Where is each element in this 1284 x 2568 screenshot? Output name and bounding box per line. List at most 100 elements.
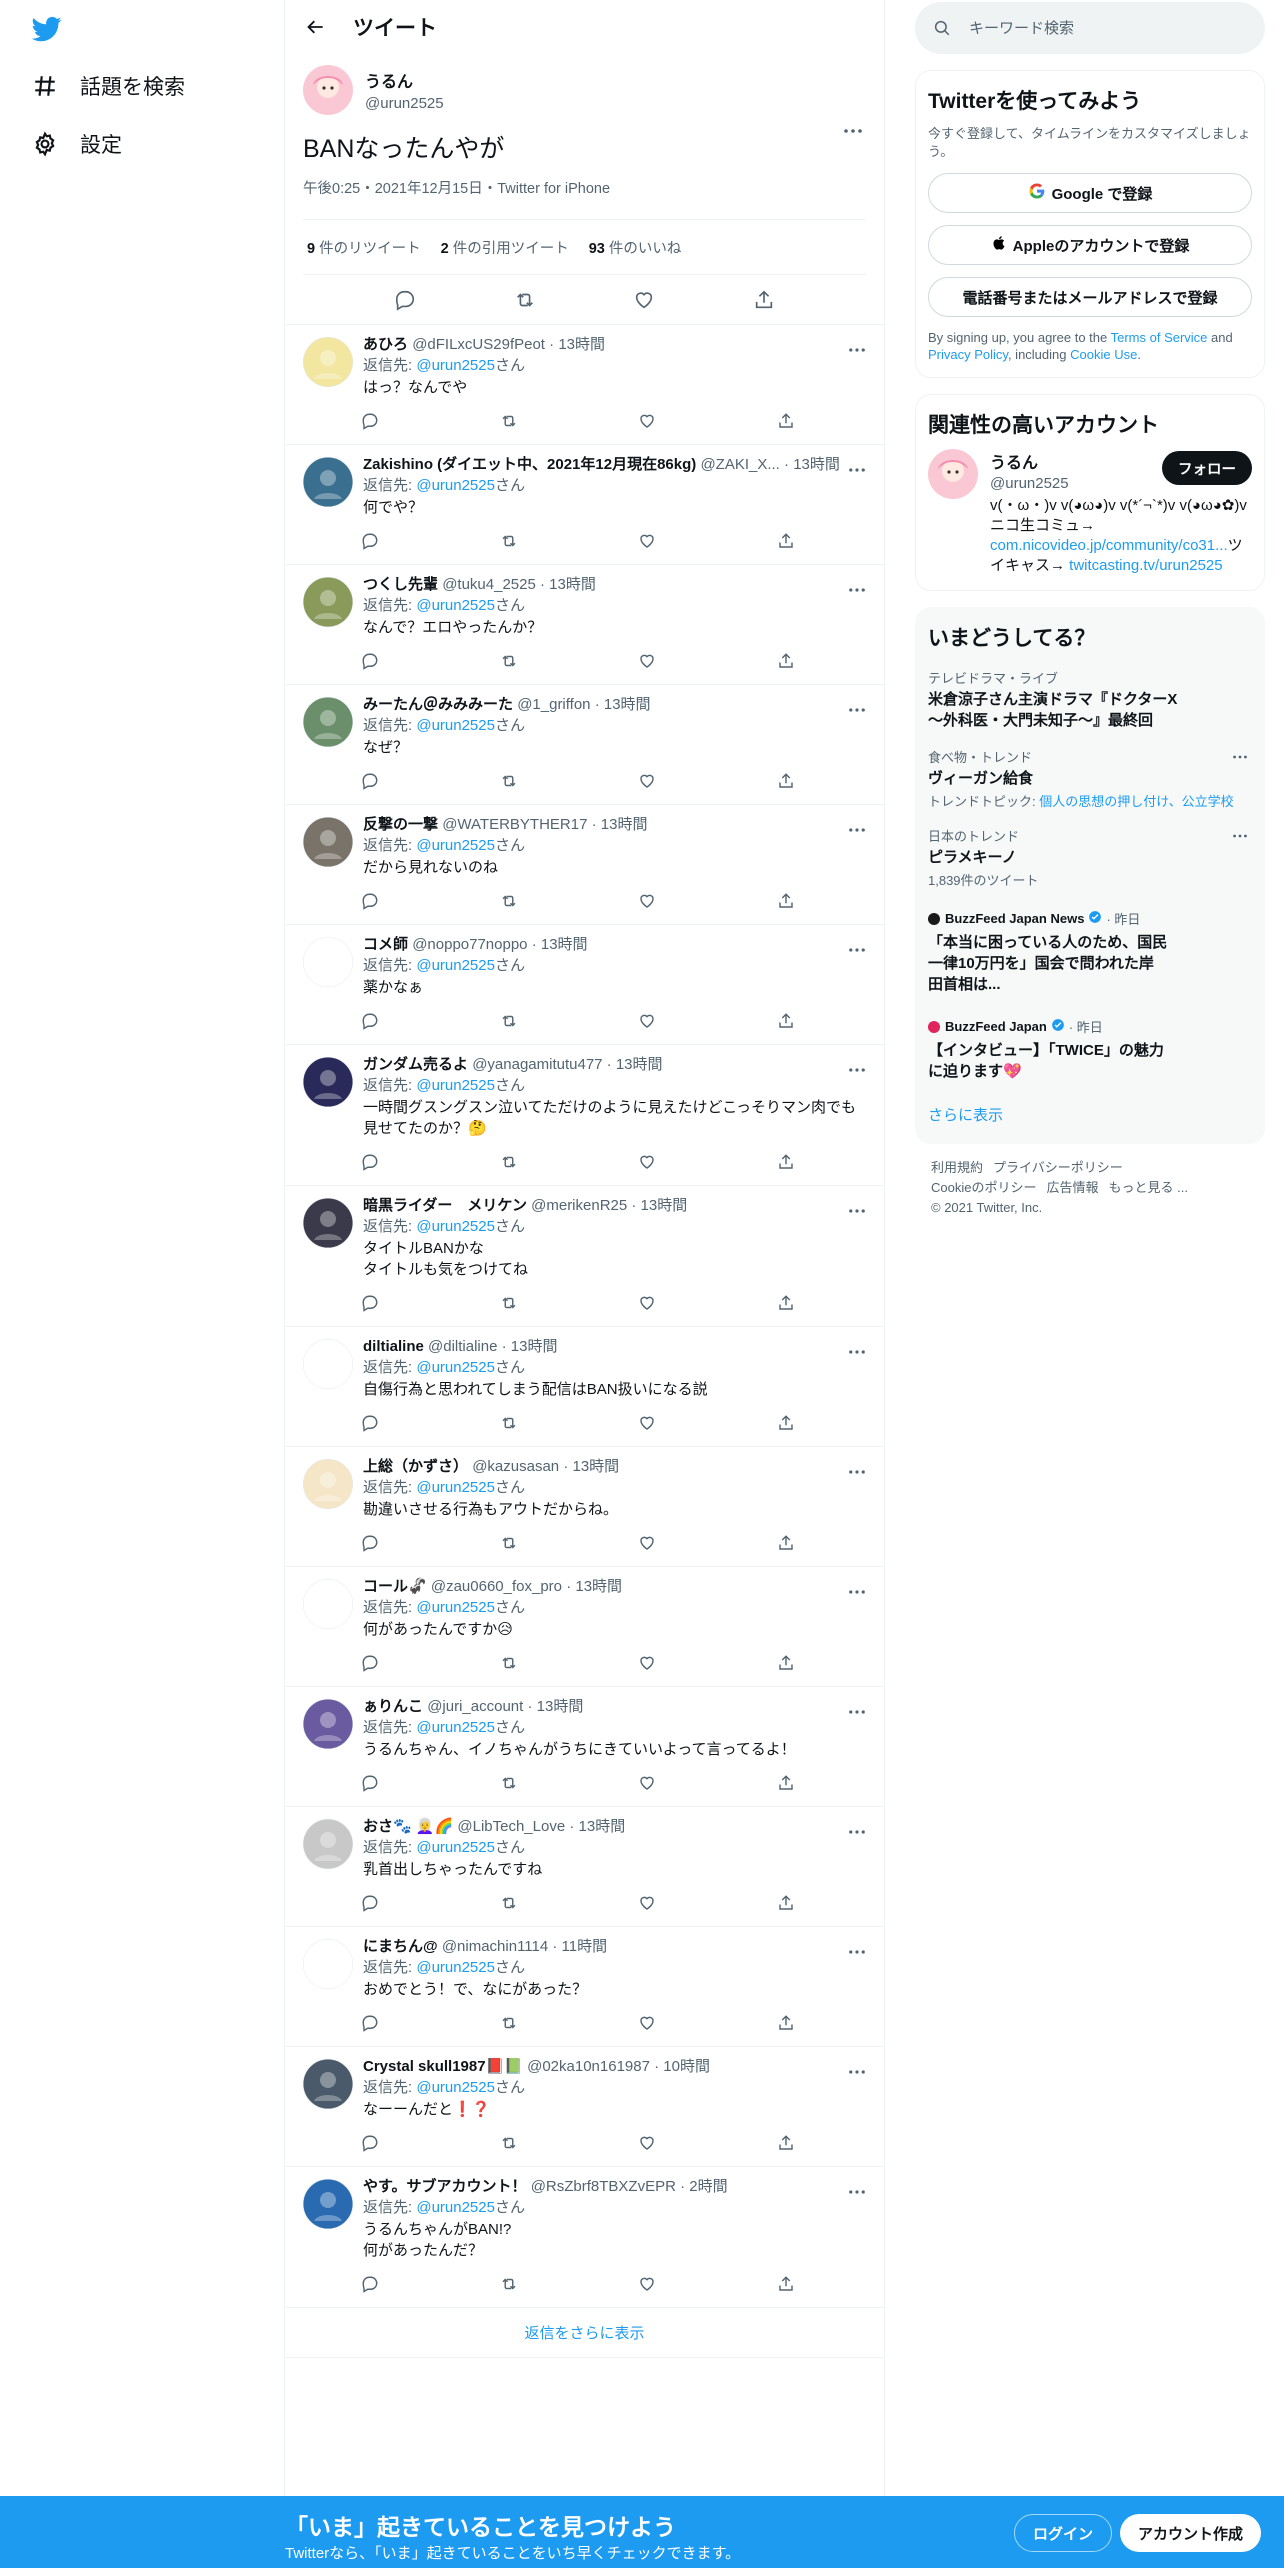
more-options-icon[interactable]: [836, 114, 870, 148]
news-item[interactable]: BuzzFeed Japan · 昨日 【インタビュー】「TWICE」の魅力に迫…: [928, 1007, 1252, 1094]
like-icon[interactable]: [630, 2126, 664, 2160]
reply-author-handle[interactable]: @dFILxcUS29fPeot: [412, 336, 545, 353]
reply-author-name[interactable]: 暗黒ライダー メリケン: [363, 1197, 527, 1214]
share-icon[interactable]: [769, 2267, 803, 2301]
reply-time[interactable]: · 13時間: [502, 1338, 558, 1355]
bio-link-nicovideo[interactable]: com.nicovideo.jp/community/co31...: [990, 537, 1228, 554]
reply-author-handle[interactable]: @diltialine: [428, 1338, 497, 1355]
like-icon[interactable]: [630, 2267, 664, 2301]
phone-email-signup-button[interactable]: 電話番号またはメールアドレスで登録: [928, 277, 1252, 317]
avatar[interactable]: [303, 1939, 353, 1989]
reply-author-name[interactable]: みーたん＠みみみーた: [363, 696, 513, 713]
like-icon[interactable]: [630, 1004, 664, 1038]
retweet-icon[interactable]: [492, 1526, 526, 1560]
reply-icon[interactable]: [353, 1004, 387, 1038]
reply-tweet[interactable]: 上総（かずさ） @kazusasan · 13時間 返信先: @urun2525さ…: [285, 1447, 884, 1567]
reply-author-name[interactable]: Zakishino (ダイエット中、2021年12月現在86kg): [363, 456, 696, 473]
reply-author-handle[interactable]: @yanagamitutu477: [472, 1056, 602, 1073]
more-options-icon[interactable]: [840, 1695, 874, 1729]
more-options-icon[interactable]: [840, 813, 874, 847]
reply-icon[interactable]: [353, 1886, 387, 1920]
retweet-icon[interactable]: [492, 1406, 526, 1440]
footer-link-ads[interactable]: 広告情報: [1046, 1180, 1098, 1195]
more-options-icon[interactable]: [840, 1194, 874, 1228]
replying-to-link[interactable]: @urun2525: [416, 477, 495, 494]
reply-icon[interactable]: [385, 280, 425, 320]
reply-author-name[interactable]: ガンダム売るよ: [363, 1056, 468, 1073]
reply-tweet[interactable]: あひろ @dFILxcUS29fPeot · 13時間 返信先: @urun252…: [285, 325, 884, 445]
reply-time[interactable]: · 11時間: [552, 1938, 607, 1955]
reply-author-name[interactable]: 反撃の一撃: [363, 816, 438, 833]
share-icon[interactable]: [769, 1004, 803, 1038]
share-icon[interactable]: [769, 1286, 803, 1320]
share-icon[interactable]: [769, 1646, 803, 1680]
reply-tweet[interactable]: 暗黒ライダー メリケン @merikenR25 · 13時間 返信先: @urun…: [285, 1186, 884, 1327]
avatar[interactable]: [303, 1198, 353, 1248]
related-account[interactable]: うるん @urun2525 v(・ω・)v v(◕ω◕)v v(*´¬`*)v …: [928, 449, 1252, 576]
replying-to-link[interactable]: @urun2525: [416, 837, 495, 854]
reply-icon[interactable]: [353, 2006, 387, 2040]
more-options-icon[interactable]: [840, 1335, 874, 1369]
retweet-icon[interactable]: [492, 1004, 526, 1038]
retweet-icon[interactable]: [492, 404, 526, 438]
retweet-icon[interactable]: [492, 2126, 526, 2160]
replying-to-link[interactable]: @urun2525: [416, 717, 495, 734]
reply-icon[interactable]: [353, 884, 387, 918]
more-options-icon[interactable]: [1228, 745, 1252, 769]
share-icon[interactable]: [769, 1406, 803, 1440]
reply-icon[interactable]: [353, 1406, 387, 1440]
avatar[interactable]: [303, 64, 353, 115]
replying-to-link[interactable]: @urun2525: [416, 957, 495, 974]
more-options-icon[interactable]: [840, 1815, 874, 1849]
trend-item[interactable]: 食べ物・トレンド ヴィーガン給食 トレンドトピック: 個人の思想の押し付け、公立…: [928, 741, 1252, 820]
nav-settings[interactable]: 設定: [30, 124, 122, 164]
nav-explore[interactable]: 話題を検索: [30, 66, 185, 106]
reply-time[interactable]: · 13時間: [527, 1698, 583, 1715]
reply-time[interactable]: · 10時間: [654, 2058, 710, 2075]
signup-button[interactable]: アカウント作成: [1120, 2514, 1262, 2552]
like-count[interactable]: 93 件のいいね: [589, 237, 682, 258]
like-icon[interactable]: [630, 1766, 664, 1800]
reply-author-handle[interactable]: @nimachin1114: [442, 1938, 548, 1955]
reply-icon[interactable]: [353, 1145, 387, 1179]
replying-to-link[interactable]: @urun2525: [416, 1599, 495, 1616]
replying-to-link[interactable]: @urun2525: [416, 2079, 495, 2096]
privacy-link[interactable]: Privacy Policy: [928, 347, 1008, 362]
like-icon[interactable]: [630, 1145, 664, 1179]
replying-to-link[interactable]: @urun2525: [416, 597, 495, 614]
avatar[interactable]: [303, 817, 353, 867]
share-icon[interactable]: [744, 280, 784, 320]
trend-item[interactable]: 日本のトレンド ピラメキーノ 1,839件のツイート: [928, 820, 1252, 899]
reply-author-handle[interactable]: @02ka10n161987: [527, 2058, 650, 2075]
retweet-count[interactable]: 9 件のリツイート: [307, 237, 421, 258]
avatar[interactable]: [303, 1579, 353, 1629]
author-name[interactable]: うるん: [365, 68, 444, 92]
avatar[interactable]: [303, 337, 353, 387]
apple-signup-button[interactable]: Appleのアカウントで登録: [928, 225, 1252, 265]
like-icon[interactable]: [630, 404, 664, 438]
share-icon[interactable]: [769, 644, 803, 678]
avatar[interactable]: [303, 937, 353, 987]
reply-author-handle[interactable]: @1_griffon: [517, 696, 590, 713]
login-button[interactable]: ログイン: [1014, 2514, 1113, 2552]
reply-author-handle[interactable]: @WATERBYTHER17: [442, 816, 587, 833]
reply-tweet[interactable]: コール🦨 @zau0660_fox_pro · 13時間 返信先: @urun25…: [285, 1567, 884, 1687]
more-options-icon[interactable]: [840, 1455, 874, 1489]
author-handle[interactable]: @urun2525: [365, 95, 444, 112]
share-icon[interactable]: [769, 884, 803, 918]
share-icon[interactable]: [769, 404, 803, 438]
like-icon[interactable]: [630, 1406, 664, 1440]
like-icon[interactable]: [624, 280, 664, 320]
retweet-icon[interactable]: [492, 2267, 526, 2301]
retweet-icon[interactable]: [492, 1646, 526, 1680]
avatar[interactable]: [303, 697, 353, 747]
more-options-icon[interactable]: [840, 1935, 874, 1969]
reply-time[interactable]: · 2時間: [680, 2178, 728, 2195]
reply-icon[interactable]: [353, 764, 387, 798]
retweet-icon[interactable]: [492, 1886, 526, 1920]
like-icon[interactable]: [630, 884, 664, 918]
reply-icon[interactable]: [353, 404, 387, 438]
reply-icon[interactable]: [353, 2126, 387, 2160]
reply-time[interactable]: · 13時間: [563, 1458, 619, 1475]
reply-time[interactable]: · 13時間: [569, 1818, 625, 1835]
